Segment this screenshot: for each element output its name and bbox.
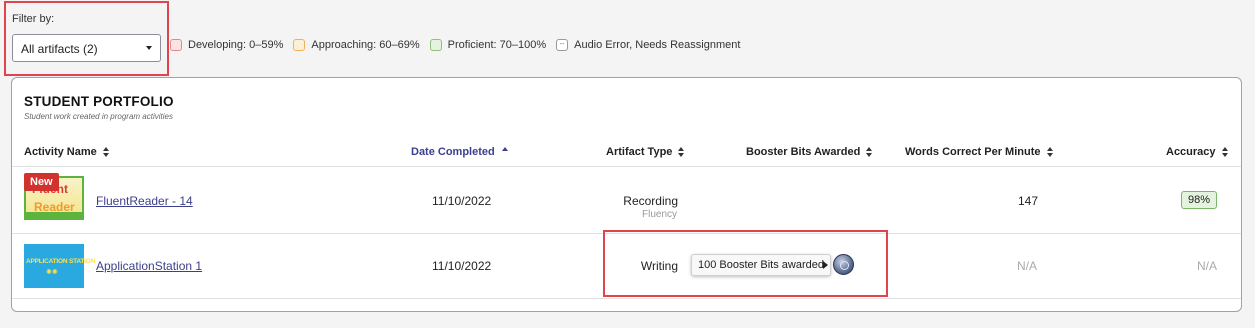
accuracy-score-badge: 98% <box>1181 191 1218 209</box>
header-divider <box>12 166 1241 167</box>
filter-selected-value: All artifacts (2) <box>21 42 98 56</box>
row-divider <box>12 298 1241 299</box>
legend-approaching-label: Approaching: 60–69% <box>311 39 420 51</box>
caret-down-icon <box>146 46 152 50</box>
column-header-booster-bits[interactable]: Booster Bits Awarded <box>746 146 873 158</box>
accuracy-header-label: Accuracy <box>1166 146 1216 158</box>
sort-icon <box>1046 147 1053 157</box>
thumb-subtitle: ✺✺ <box>46 269 58 276</box>
column-header-accuracy[interactable]: Accuracy <box>1166 146 1228 158</box>
activity-link-fluentreader[interactable]: FluentReader - 14 <box>96 194 193 208</box>
date-completed-cell: 11/10/2022 <box>432 259 492 273</box>
developing-swatch <box>170 39 182 51</box>
sort-icon <box>1221 147 1228 157</box>
legend-developing: Developing: 0–59% <box>170 39 283 51</box>
new-badge: New <box>24 173 59 191</box>
column-header-date-completed[interactable]: Date Completed <box>411 146 508 158</box>
legend-proficient: Proficient: 70–100% <box>429 39 547 51</box>
tooltip-arrow-icon <box>823 261 828 269</box>
legend-audio-error-label: Audio Error, Needs Reassignment <box>574 39 741 51</box>
type-header-label: Artifact Type <box>606 146 673 158</box>
accuracy-cell: N/A <box>1197 259 1218 273</box>
proficient-swatch <box>429 39 442 51</box>
portfolio-title: STUDENT PORTFOLIO <box>24 94 174 109</box>
bits-header-label: Booster Bits Awarded <box>746 146 861 158</box>
column-header-wcpm[interactable]: Words Correct Per Minute <box>905 146 1053 158</box>
legend-audio-error: -- Audio Error, Needs Reassignment <box>556 39 740 51</box>
filter-label: Filter by: <box>12 13 55 25</box>
application-station-thumbnail: APPLICATION STATION ✺✺ <box>24 244 95 288</box>
booster-bits-tooltip: 100 Booster Bits awarded <box>691 254 831 276</box>
audio-error-swatch: -- <box>556 39 569 51</box>
artifact-type-cell: Recording <box>623 194 678 208</box>
column-header-artifact-type[interactable]: Artifact Type <box>606 146 685 158</box>
sort-icon <box>678 147 685 157</box>
row-divider <box>12 233 1241 234</box>
legend-developing-label: Developing: 0–59% <box>188 39 284 51</box>
activity-header-label: Activity Name <box>24 146 97 158</box>
artifact-subtype-cell: Fluency <box>641 209 677 220</box>
approaching-swatch <box>293 39 306 51</box>
sort-icon <box>102 147 109 157</box>
thumb-title: APPLICATION STATION <box>26 258 96 265</box>
legend-approaching: Approaching: 60–69% <box>293 39 420 51</box>
booster-bits-coin-icon[interactable] <box>833 254 854 275</box>
wcpm-header-label: Words Correct Per Minute <box>905 146 1041 158</box>
sort-icon <box>866 147 873 157</box>
artifact-type-cell: Writing <box>640 259 678 273</box>
date-completed-cell: 11/10/2022 <box>432 194 492 208</box>
artifact-filter-select[interactable]: All artifacts (2) <box>12 34 161 62</box>
column-header-activity-name[interactable]: Activity Name <box>24 146 109 158</box>
date-header-label: Date Completed <box>411 146 495 158</box>
wcpm-cell: 147 <box>1018 194 1039 208</box>
student-portfolio-card: STUDENT PORTFOLIO Student work created i… <box>11 77 1242 312</box>
score-legend: Developing: 0–59% Approaching: 60–69% Pr… <box>170 39 750 51</box>
sort-ascending-icon <box>501 147 508 151</box>
portfolio-subtitle: Student work created in program activiti… <box>24 112 173 121</box>
legend-proficient-label: Proficient: 70–100% <box>447 39 547 51</box>
thumb-base <box>26 212 82 218</box>
activity-link-applicationstation[interactable]: ApplicationStation 1 <box>96 259 202 273</box>
wcpm-cell: N/A <box>1017 259 1038 273</box>
